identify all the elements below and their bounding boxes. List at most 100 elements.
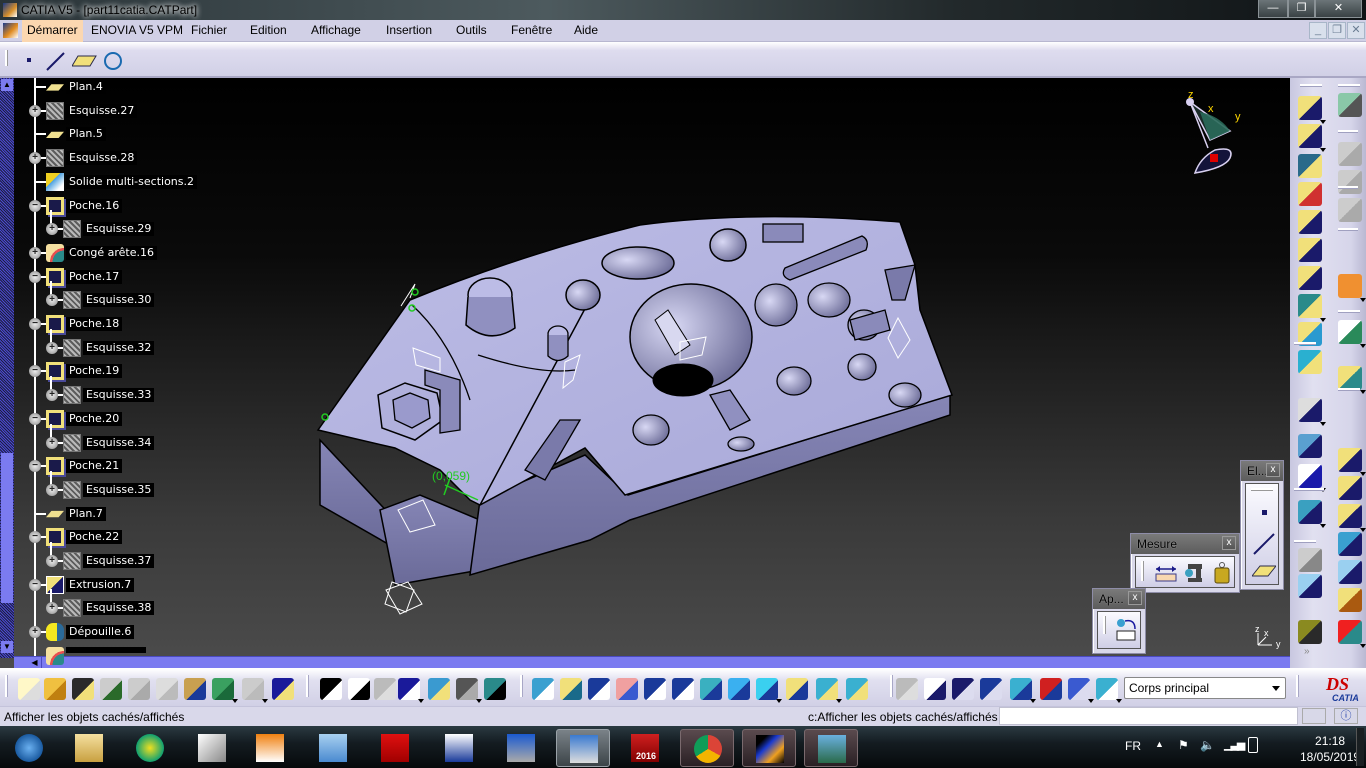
dropdown-arrow-icon[interactable]: [776, 699, 782, 703]
expand-icon[interactable]: +: [29, 104, 41, 117]
dropdown-arrow-icon[interactable]: [1116, 699, 1122, 703]
battery-icon[interactable]: [1248, 737, 1258, 753]
select-arrow-icon[interactable]: [1338, 274, 1362, 298]
dropdown-arrow-icon[interactable]: [1030, 699, 1036, 703]
tree-node-label[interactable]: Plan.5: [66, 127, 106, 142]
draft-angle-icon[interactable]: [1338, 504, 1362, 528]
thickness-icon[interactable]: [1298, 548, 1322, 572]
doc-close-button[interactable]: ✕: [1347, 22, 1365, 39]
shaft-icon[interactable]: [1298, 154, 1322, 178]
tree-node[interactable]: + Dépouille.6: [14, 623, 274, 642]
point-icon[interactable]: [27, 58, 31, 62]
tree-node-label[interactable]: Poche.18: [66, 317, 123, 331]
tree-node[interactable]: Plan.7: [14, 505, 274, 523]
slot-icon[interactable]: [1298, 266, 1322, 290]
tree-node[interactable]: + Esquisse.37: [14, 542, 274, 570]
copy-icon[interactable]: [156, 678, 178, 700]
whats-this-icon[interactable]: [272, 678, 294, 700]
dropdown-arrow-icon[interactable]: [1360, 298, 1366, 302]
point-icon[interactable]: [1262, 510, 1267, 515]
info-icon[interactable]: ⓘ: [1334, 708, 1358, 724]
taskbar-keyboard-screen[interactable]: [556, 729, 610, 767]
tree-node[interactable]: + Esquisse.33: [14, 376, 274, 405]
menu-fenetre[interactable]: Fenêtre: [511, 23, 552, 37]
elements-toolbar[interactable]: El... x: [1240, 460, 1284, 590]
dropdown-arrow-icon[interactable]: [262, 699, 268, 703]
removed-multi-section-icon[interactable]: [1298, 350, 1322, 374]
rib-icon[interactable]: [1298, 238, 1322, 262]
tree-node-label[interactable]: Poche.16: [66, 198, 123, 213]
close-icon[interactable]: x: [1266, 463, 1280, 477]
tree-node[interactable]: − Poche.19: [14, 362, 274, 381]
tree-node-label[interactable]: Esquisse.32: [83, 340, 155, 355]
tree-node[interactable]: + Esquisse.30: [14, 281, 274, 310]
taskbar-calculator[interactable]: [306, 729, 360, 767]
sketch-analysis-icon[interactable]: [1338, 142, 1362, 166]
toolbar-grip[interactable]: [1103, 616, 1105, 634]
zoom-in-icon[interactable]: [644, 678, 666, 700]
gear-icon[interactable]: [1338, 93, 1362, 117]
taskbar-solidworks-2016[interactable]: 2016: [618, 729, 672, 767]
axis-target-icon[interactable]: [1338, 588, 1362, 612]
shading-icon[interactable]: [786, 678, 808, 700]
more-tools-icon[interactable]: »: [1304, 646, 1310, 657]
collapse-icon[interactable]: −: [29, 531, 41, 544]
tree-node-label[interactable]: Plan.4: [66, 80, 106, 94]
volume-icon[interactable]: 🔈: [1200, 738, 1215, 752]
dropdown-arrow-icon[interactable]: [836, 699, 842, 703]
zoom-out-icon[interactable]: [672, 678, 694, 700]
tree-node-label[interactable]: Poche.19: [66, 364, 123, 379]
pan-icon[interactable]: [588, 678, 610, 700]
publication-icon[interactable]: [1338, 366, 1362, 390]
groove-icon[interactable]: [1298, 182, 1322, 206]
doc-minimize-button[interactable]: _: [1309, 22, 1327, 39]
taskbar-media-player-classic[interactable]: [432, 729, 486, 767]
shell-icon[interactable]: [1338, 532, 1362, 556]
taskbar-start-orb[interactable]: [2, 729, 56, 767]
tree-node[interactable]: Plan.4: [14, 78, 274, 96]
iso-view-icon[interactable]: [756, 678, 778, 700]
redo-icon[interactable]: [242, 678, 264, 700]
dropdown-arrow-icon[interactable]: [1360, 528, 1366, 532]
pocket-icon[interactable]: [1298, 124, 1322, 148]
doc-restore-button[interactable]: ❐: [1328, 22, 1346, 39]
tree-node[interactable]: + Esquisse.29: [14, 210, 274, 239]
tree-node-label[interactable]: Poche.22: [66, 530, 123, 545]
tree-node-label[interactable]: Esquisse.35: [83, 482, 155, 497]
hide-show-icon[interactable]: [816, 678, 838, 700]
save-icon[interactable]: [72, 678, 94, 700]
close-icon[interactable]: x: [1128, 591, 1142, 605]
tree-node-label[interactable]: Esquisse.33: [83, 388, 155, 403]
toolbar-grip[interactable]: [1141, 561, 1143, 581]
comment-icon[interactable]: [348, 678, 370, 700]
expand-icon[interactable]: +: [46, 389, 58, 402]
menu-fichier[interactable]: Fichier: [191, 23, 227, 37]
dropdown-arrow-icon[interactable]: [1320, 318, 1326, 322]
scroll-down-arrow[interactable]: ▼: [1, 641, 13, 653]
3d-viewport[interactable]: (0,059) ▲ ▼ ◀ Plan.4 + Esquisse.27 Plan.5 + E…: [0, 78, 1290, 668]
tree-icon[interactable]: [428, 678, 450, 700]
link-icon[interactable]: [374, 678, 396, 700]
tree-node-label[interactable]: Plan.7: [66, 506, 106, 521]
dropdown-arrow-icon[interactable]: [476, 699, 482, 703]
stiffener-icon[interactable]: [1298, 294, 1322, 318]
tree-node[interactable]: + Congé arête.16: [14, 243, 274, 262]
measure-item-icon[interactable]: [1182, 561, 1206, 585]
dropdown-arrow-icon[interactable]: [1360, 390, 1366, 394]
toolbar-header[interactable]: Mesure x: [1131, 534, 1239, 554]
circle-icon[interactable]: [101, 49, 125, 73]
network-signal-icon[interactable]: ▁▃▅: [1224, 738, 1245, 751]
toolbar-header[interactable]: El... x: [1241, 461, 1283, 481]
measure-inertia-icon[interactable]: [1210, 561, 1234, 585]
thickness-face-icon[interactable]: [1338, 560, 1362, 584]
tree-node[interactable]: + Esquisse.38: [14, 589, 274, 618]
dropdown-arrow-icon[interactable]: [1360, 344, 1366, 348]
hole-icon[interactable]: [1298, 210, 1322, 234]
tree-node-label[interactable]: Congé arête.16: [66, 245, 157, 260]
mesure-toolbar[interactable]: Mesure x: [1130, 533, 1240, 593]
language-indicator[interactable]: FR: [1125, 739, 1141, 753]
tree-node[interactable]: + Esquisse.27: [14, 101, 274, 120]
scroll-up-arrow[interactable]: ▲: [1, 79, 13, 91]
pad-icon[interactable]: [1298, 96, 1322, 120]
expand-icon[interactable]: +: [46, 223, 58, 236]
